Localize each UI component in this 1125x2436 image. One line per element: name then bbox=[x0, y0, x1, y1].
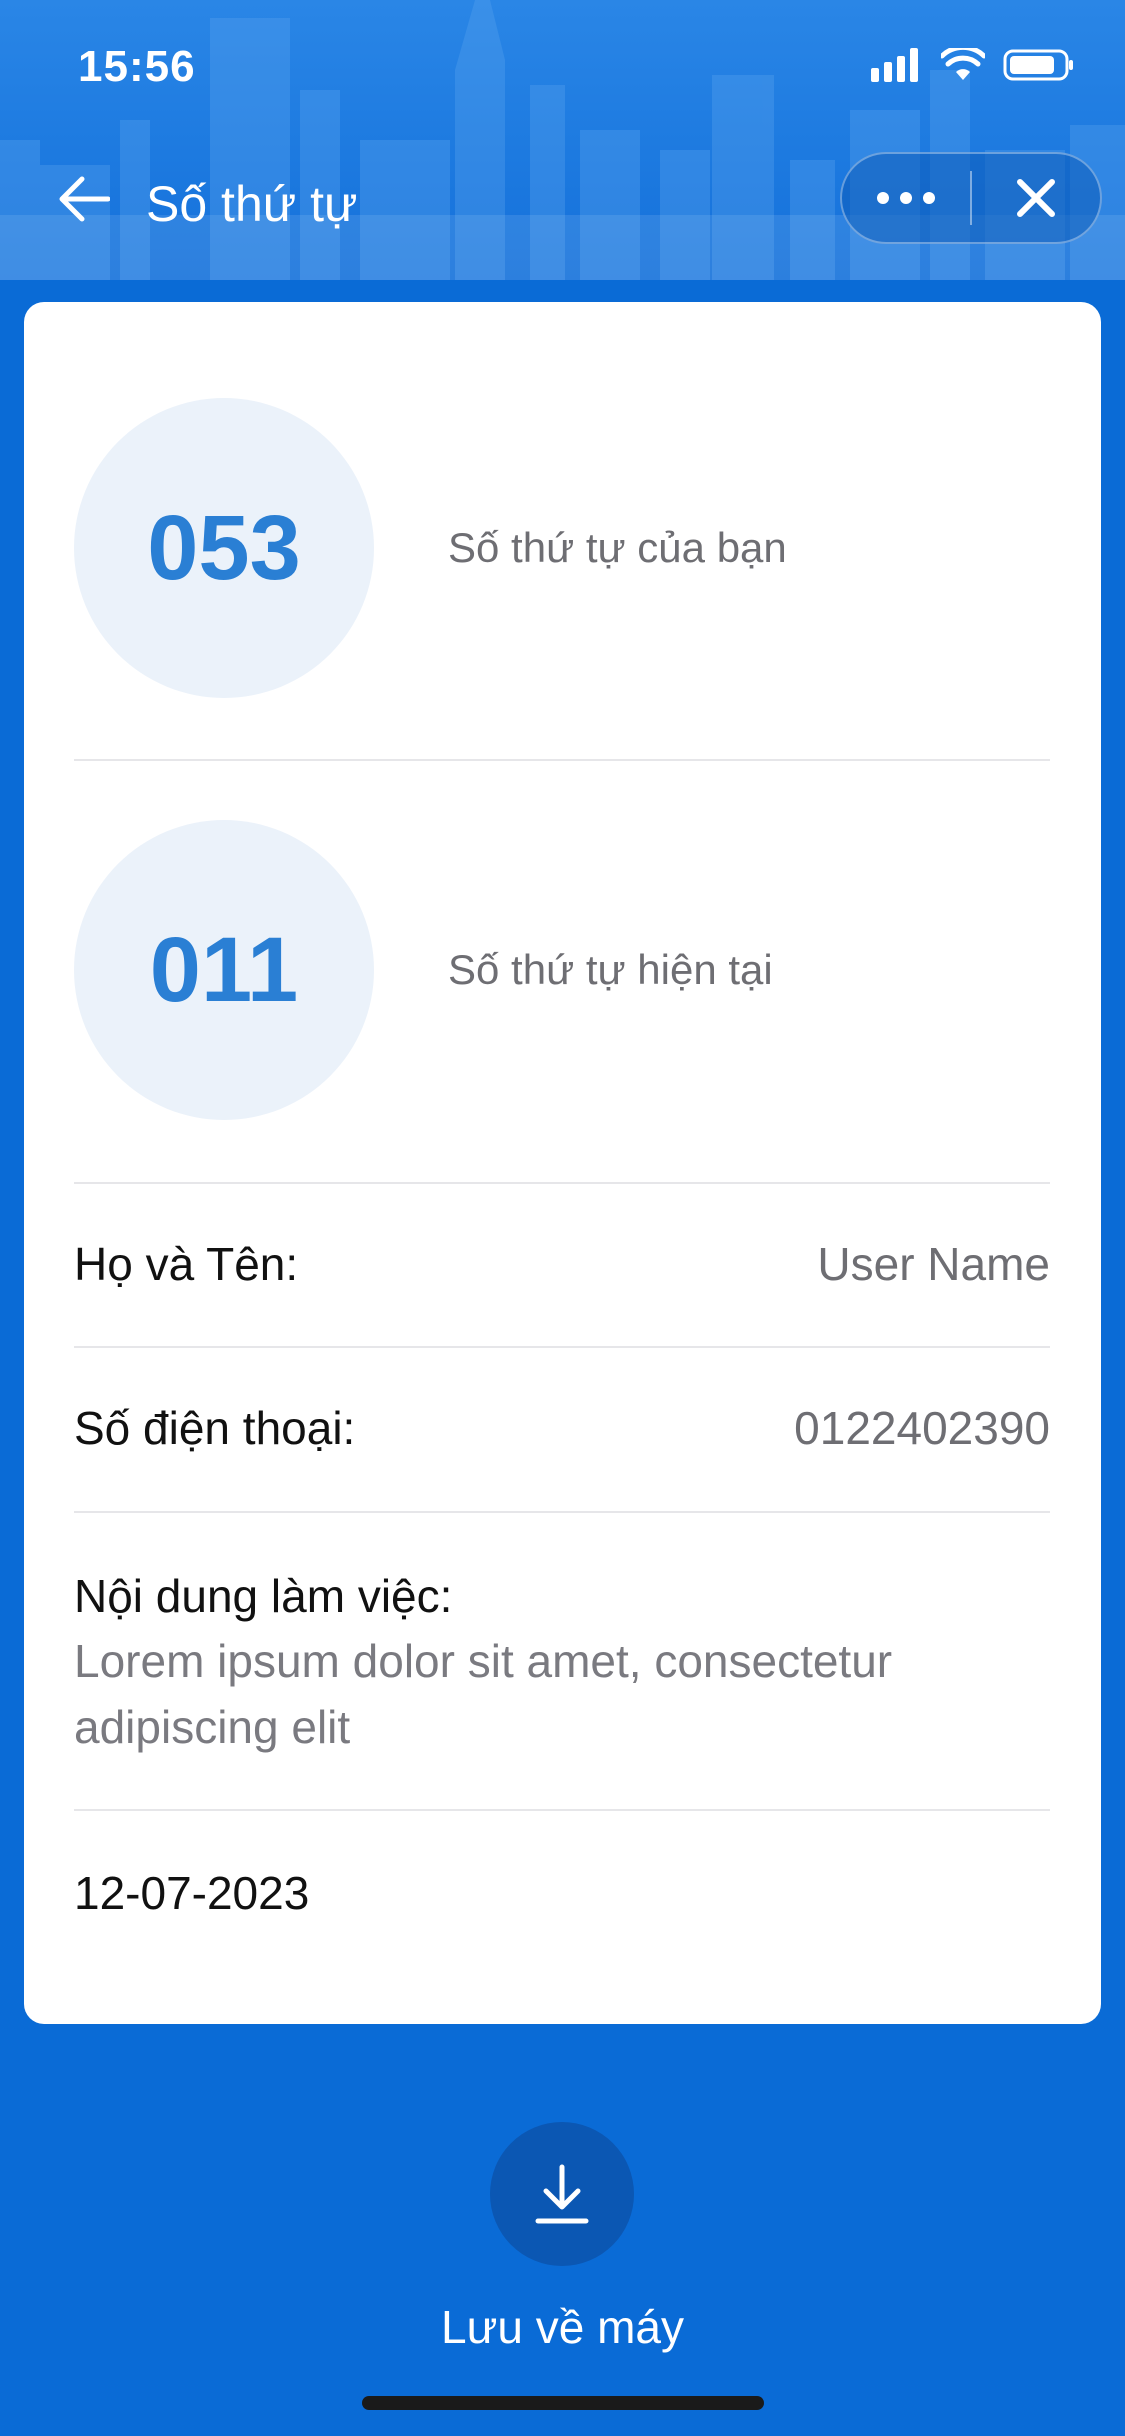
work-content-value: Lorem ipsum dolor sit amet, consectetur … bbox=[74, 1635, 893, 1753]
your-number-label: Số thứ tự của bạn bbox=[448, 524, 787, 571]
more-dots-icon bbox=[877, 192, 935, 204]
more-button[interactable] bbox=[842, 152, 970, 244]
name-row: Họ và Tên: User Name bbox=[74, 1214, 1050, 1314]
download-icon bbox=[535, 2164, 589, 2224]
divider bbox=[74, 1346, 1050, 1348]
divider bbox=[74, 1182, 1050, 1184]
mini-app-capsule bbox=[840, 152, 1102, 244]
phone-value: 0122402390 bbox=[794, 1402, 1050, 1454]
divider bbox=[74, 759, 1050, 761]
page-title: Số thứ tự bbox=[146, 176, 358, 232]
signal-icon bbox=[871, 48, 918, 82]
your-number-circle: 053 bbox=[74, 398, 374, 698]
ticket-card: 053 Số thứ tự của bạn 011 Số thứ tự hiện… bbox=[24, 302, 1101, 2024]
current-number-label: Số thứ tự hiện tại bbox=[448, 946, 773, 993]
your-number-row: 053 Số thứ tự của bạn bbox=[74, 398, 1050, 698]
header: 15:56 Số thứ tự bbox=[0, 0, 1125, 280]
name-label: Họ và Tên: bbox=[74, 1238, 299, 1290]
work-content-label: Nội dung làm việc: bbox=[74, 1570, 453, 1622]
battery-icon bbox=[1003, 49, 1073, 81]
close-icon bbox=[1016, 179, 1055, 217]
status-icons bbox=[871, 48, 1075, 82]
ticket-date: 12-07-2023 bbox=[74, 1867, 310, 1919]
save-to-device-button[interactable] bbox=[490, 2122, 634, 2266]
arrow-left-icon[interactable] bbox=[56, 172, 110, 226]
close-button[interactable] bbox=[972, 152, 1100, 244]
save-to-device-label[interactable]: Lưu về máy bbox=[0, 2300, 1125, 2354]
current-number-row: 011 Số thứ tự hiện tại bbox=[74, 820, 1050, 1120]
current-number-circle: 011 bbox=[74, 820, 374, 1120]
phone-label: Số điện thoại: bbox=[74, 1402, 356, 1454]
name-value: User Name bbox=[817, 1238, 1050, 1290]
divider bbox=[74, 1511, 1050, 1513]
home-indicator bbox=[362, 2396, 764, 2410]
status-time: 15:56 bbox=[78, 42, 196, 91]
wifi-icon bbox=[941, 48, 985, 80]
divider bbox=[74, 1809, 1050, 1811]
work-content-block: Nội dung làm việc: Lorem ipsum dolor sit… bbox=[74, 1564, 1050, 1760]
phone-row: Số điện thoại: 0122402390 bbox=[74, 1378, 1050, 1478]
